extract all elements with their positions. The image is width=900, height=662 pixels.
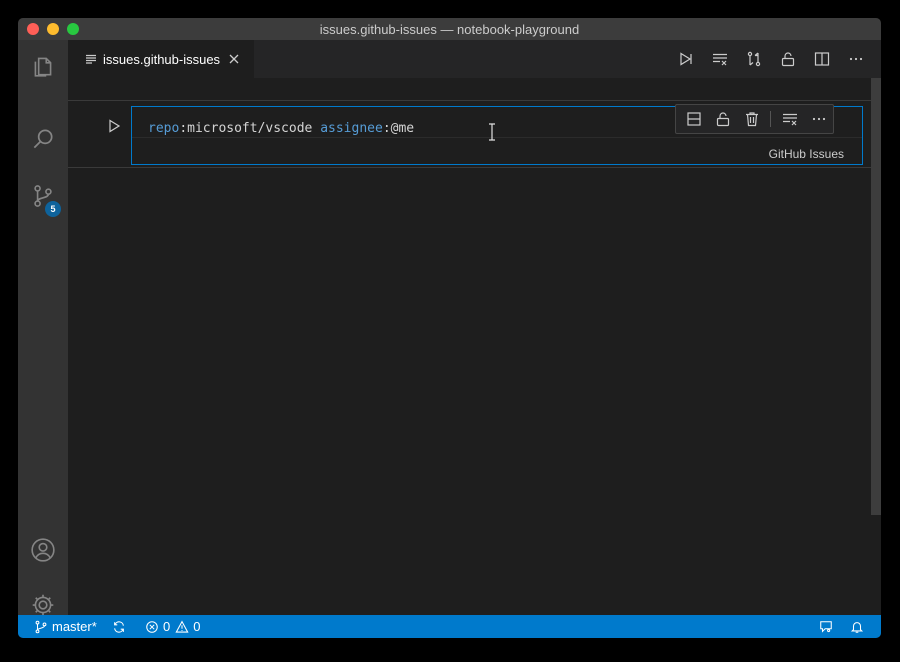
activity-explorer[interactable] <box>18 43 68 89</box>
file-lines-icon <box>86 54 96 64</box>
run-cell-icon[interactable] <box>106 118 122 134</box>
warning-count: 0 <box>193 619 201 634</box>
more-icon <box>812 117 825 121</box>
files-icon <box>34 57 52 77</box>
error-icon <box>146 620 158 633</box>
split-editor-button[interactable] <box>805 40 839 78</box>
split-cell-button[interactable] <box>679 105 708 133</box>
problems-status[interactable]: 0 0 <box>145 615 200 638</box>
tab-label: issues.github-issues <box>103 51 221 67</box>
compare-icon <box>747 51 761 67</box>
activity-accounts[interactable] <box>18 527 68 573</box>
status-bar: master* 0 0 <box>18 615 881 638</box>
run-all-icon <box>680 52 692 66</box>
warning-icon <box>175 619 189 633</box>
code-line[interactable]: repo:microsoft/vscode assignee:@me <box>148 121 414 136</box>
sync-status[interactable] <box>112 615 126 638</box>
split-cell-icon <box>686 112 701 126</box>
vscode-window: issues.github-issues — notebook-playgrou… <box>18 18 881 638</box>
cell-unlock-button[interactable] <box>708 105 737 133</box>
search-icon <box>33 129 53 149</box>
clear-output-icon <box>782 113 797 126</box>
clear-outputs-icon <box>713 53 727 66</box>
more-icon <box>849 57 863 61</box>
close-icon[interactable] <box>228 53 240 65</box>
line-highlight <box>132 137 862 138</box>
title-bar: issues.github-issues — notebook-playgrou… <box>18 18 881 40</box>
branch-status[interactable]: master* <box>34 615 97 638</box>
activity-search[interactable] <box>18 116 68 162</box>
git-branch-icon <box>35 620 47 633</box>
trash-icon <box>745 112 758 127</box>
account-icon <box>31 538 55 562</box>
window-title: issues.github-issues — notebook-playgrou… <box>319 22 580 37</box>
cell-more-button[interactable] <box>804 105 833 133</box>
split-editor-icon <box>814 52 830 66</box>
editor-actions <box>669 40 873 78</box>
unlock-icon <box>781 52 795 67</box>
notebook-editor: repo:microsoft/vscode assignee:@me GitHu… <box>68 78 881 615</box>
feedback-status[interactable] <box>819 615 833 638</box>
compare-button[interactable] <box>737 40 771 78</box>
code-token: :@me <box>382 121 415 136</box>
unlock-icon <box>716 112 729 127</box>
cell-language-label[interactable]: GitHub Issues <box>769 147 844 161</box>
cell-toolbar <box>675 104 834 134</box>
code-token: repo <box>148 121 180 136</box>
clear-outputs-button[interactable] <box>703 40 737 78</box>
text-cursor-icon <box>489 123 495 141</box>
error-count: 0 <box>163 619 171 634</box>
bell-icon <box>850 621 864 633</box>
editor-tabs-bar: issues.github-issues <box>68 40 881 78</box>
activity-bar: 5 <box>18 40 68 616</box>
activity-source-control[interactable]: 5 <box>18 173 68 219</box>
notifications-status[interactable] <box>850 615 864 638</box>
feedback-icon <box>820 620 832 633</box>
vertical-scrollbar[interactable] <box>871 78 881 515</box>
code-token: assignee <box>320 121 383 136</box>
branch-name: master* <box>52 619 97 634</box>
run-all-button[interactable] <box>669 40 703 78</box>
more-actions-button[interactable] <box>839 40 873 78</box>
unlock-button[interactable] <box>771 40 805 78</box>
tab-issues-github-issues[interactable]: issues.github-issues <box>68 40 254 78</box>
source-control-badge: 5 <box>45 201 61 217</box>
clear-cell-output-button[interactable] <box>775 105 804 133</box>
code-token: :microsoft/vscode <box>179 121 321 136</box>
delete-cell-button[interactable] <box>737 105 766 133</box>
sync-icon <box>114 620 124 633</box>
toolbar-divider <box>770 111 771 127</box>
